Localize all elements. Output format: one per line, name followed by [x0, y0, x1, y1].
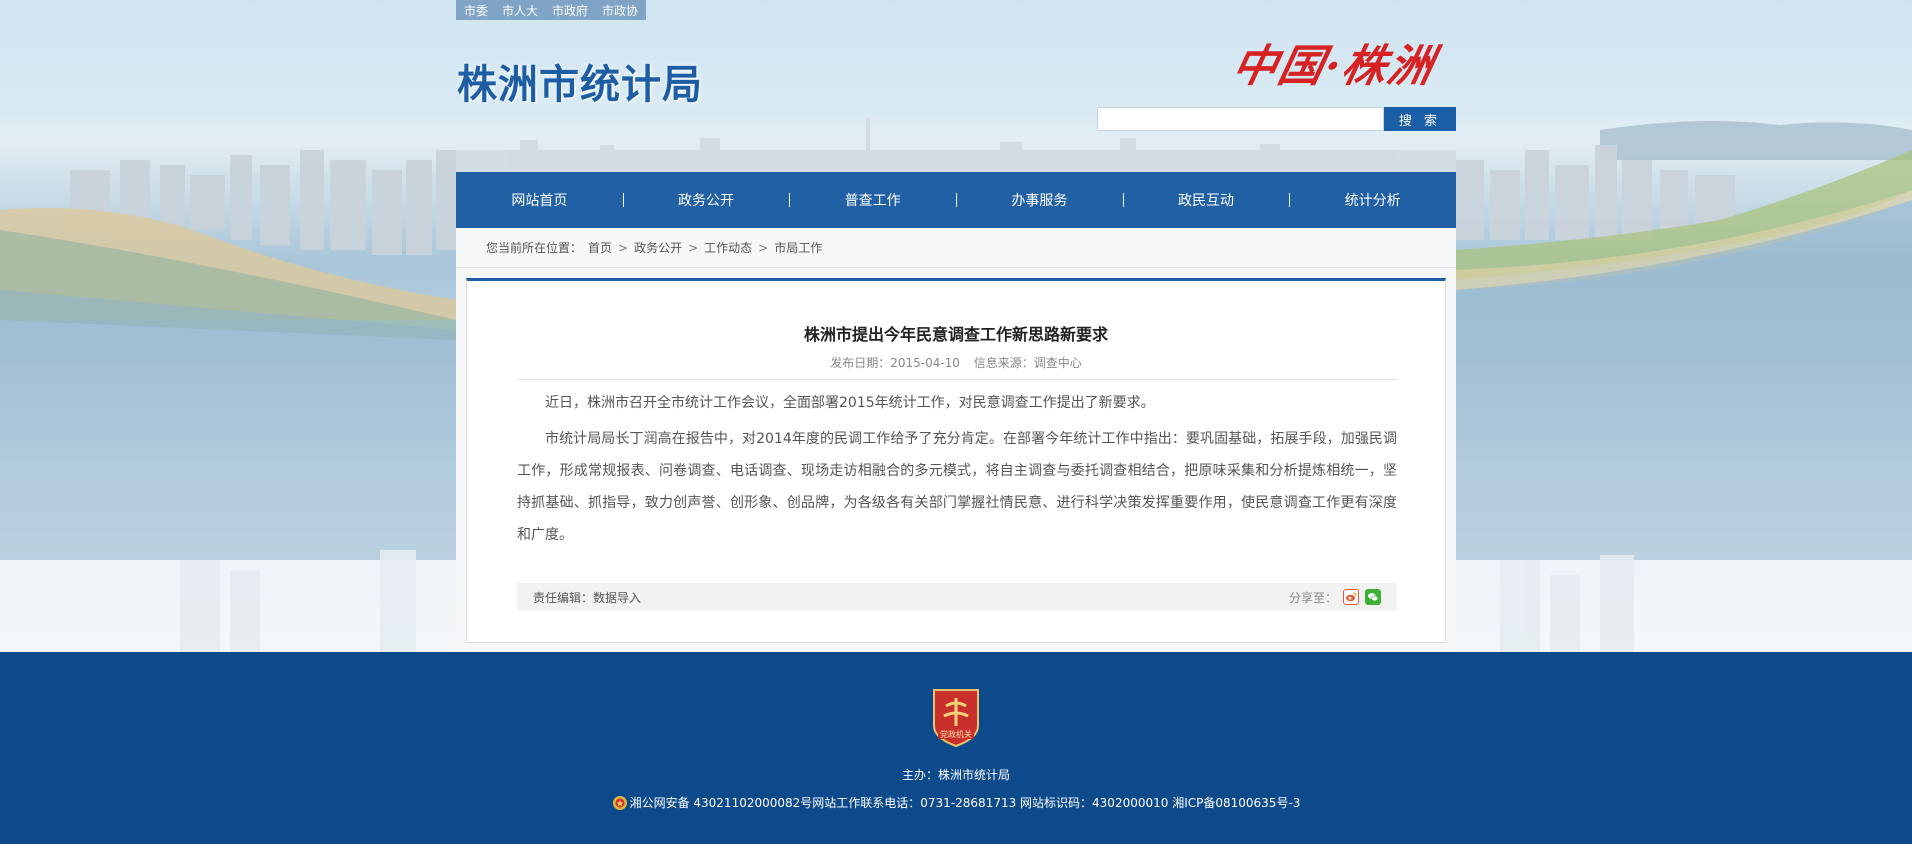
calligraphy-logo: 中国·株洲 — [1227, 41, 1440, 92]
breadcrumb-item-government-affairs[interactable]: 政务公开 — [634, 239, 682, 256]
top-link-government[interactable]: 市政府 — [552, 2, 588, 19]
nav-item-government-affairs[interactable]: 政务公开 — [622, 172, 790, 228]
nav-item-interaction[interactable]: 政民互动 — [1122, 172, 1290, 228]
breadcrumb-item-work-news[interactable]: 工作动态 — [704, 239, 752, 256]
breadcrumb-item-bureau-work[interactable]: 市局工作 — [774, 239, 822, 256]
share-bar: 分享至： — [1289, 589, 1381, 606]
article-source: 信息来源：调查中心 — [973, 356, 1082, 370]
nav-item-home[interactable]: 网站首页 — [456, 172, 623, 228]
article-paragraph: 近日，株洲市召开全市统计工作会议，全面部署2015年统计工作，对民意调查工作提出… — [545, 395, 1155, 411]
article-body: 近日，株洲市召开全市统计工作会议，全面部署2015年统计工作，对民意调查工作提出… — [517, 387, 1397, 555]
article-publish-date: 发布日期：2015-04-10 — [830, 356, 960, 370]
footer-record-text: 湘公网安备 43021102000082号网站工作联系电话：0731-28681… — [629, 796, 1301, 810]
search-input[interactable] — [1097, 107, 1384, 131]
article-title: 株洲市提出今年民意调查工作新思路新要求 — [803, 325, 1108, 344]
breadcrumb: 您当前所在位置： 首页 > 政务公开 > 工作动态 > 市局工作 — [456, 228, 1456, 268]
content-area: 株洲市提出今年民意调查工作新思路新要求 发布日期：2015-04-10 信息来源… — [456, 268, 1456, 652]
badge-text: 党政机关 — [940, 729, 972, 739]
party-government-badge-icon[interactable]: 党政机关 — [930, 686, 982, 748]
breadcrumb-item-home[interactable]: 首页 — [588, 239, 612, 256]
article-divider — [517, 379, 1397, 380]
share-label: 分享至： — [1288, 590, 1337, 605]
top-links: 市委 市人大 市政府 市政协 — [456, 0, 647, 20]
search-bar: 搜 索 — [1097, 107, 1456, 131]
nav-item-services[interactable]: 办事服务 — [956, 172, 1123, 228]
breadcrumb-separator: > — [618, 240, 629, 255]
wechat-share-icon[interactable] — [1365, 589, 1381, 605]
breadcrumb-prefix: 您当前所在位置： — [486, 241, 583, 255]
footer-host: 主办：株洲市统计局 — [901, 768, 1010, 782]
article-container: 株洲市提出今年民意调查工作新思路新要求 发布日期：2015-04-10 信息来源… — [466, 278, 1446, 643]
breadcrumb-separator: > — [758, 240, 769, 255]
article-editor: 责任编辑：数据导入 — [533, 590, 642, 605]
main-nav: 网站首页 政务公开 普查工作 办事服务 政民互动 统计分析 — [456, 172, 1456, 228]
site-logo-title[interactable]: 株洲市统计局 — [457, 52, 703, 110]
weibo-share-icon[interactable] — [1343, 589, 1359, 605]
police-badge-icon[interactable] — [612, 795, 628, 811]
site-footer: 党政机关 主办：株洲市统计局 湘公网安备 43021102000082号网站工作… — [0, 652, 1912, 844]
article-paragraph: 市统计局局长丁润高在报告中，对2014年度的民调工作给予了充分肯定。在部署今年统… — [517, 431, 1397, 543]
top-link-congress[interactable]: 市人大 — [502, 2, 538, 19]
nav-item-census[interactable]: 普查工作 — [789, 172, 956, 228]
nav-item-statistics-analysis[interactable]: 统计分析 — [1289, 172, 1456, 228]
article-meta: 发布日期：2015-04-10 信息来源：调查中心 — [467, 354, 1445, 371]
search-button[interactable]: 搜 索 — [1384, 107, 1456, 131]
breadcrumb-separator: > — [688, 240, 699, 255]
top-link-party[interactable]: 市委 — [464, 2, 488, 19]
footer-record: 湘公网安备 43021102000082号网站工作联系电话：0731-28681… — [0, 794, 1912, 811]
article-footer: 责任编辑：数据导入 分享至： — [517, 583, 1397, 611]
top-link-cppcc[interactable]: 市政协 — [602, 2, 638, 19]
